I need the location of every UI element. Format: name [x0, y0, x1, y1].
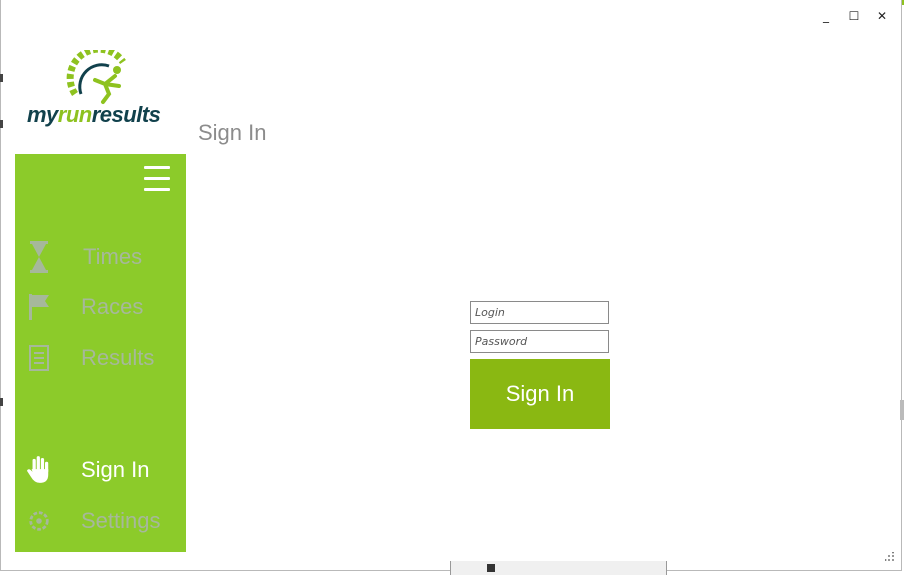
gear-icon	[27, 507, 51, 535]
sidebar-item-label: Races	[81, 294, 144, 319]
password-input[interactable]	[470, 330, 609, 353]
logo-wordmark: myrunresults	[27, 102, 161, 127]
login-input[interactable]	[470, 301, 609, 324]
window-controls: _ ☐ ✕	[817, 8, 891, 24]
sidebar-item-races[interactable]: Races	[15, 287, 186, 327]
background-window-strip	[450, 561, 667, 575]
background-window-icon	[487, 564, 495, 572]
hand-icon	[27, 456, 51, 484]
edge-mark	[0, 120, 3, 128]
sidebar-item-results[interactable]: Results	[15, 338, 186, 378]
runner-logo-icon	[66, 50, 126, 104]
sidebar-item-label: Settings	[81, 508, 161, 533]
sidebar-item-label: Times	[83, 244, 143, 269]
hamburger-menu-icon[interactable]	[144, 166, 170, 192]
sidebar-item-settings[interactable]: Settings	[15, 501, 186, 541]
sidebar-item-sign-in[interactable]: Sign In	[15, 450, 186, 490]
flag-icon	[27, 293, 51, 321]
close-button[interactable]: ✕	[873, 8, 891, 24]
page-title: Sign In	[198, 120, 267, 145]
document-icon	[27, 344, 51, 372]
sidebar-item-label: Sign In	[81, 457, 150, 482]
app-logo: myrunresults	[25, 50, 185, 130]
edge-mark	[0, 398, 3, 406]
sidebar: Times Races Results Sign In Settings	[15, 154, 186, 552]
resize-grip-icon[interactable]	[885, 552, 895, 562]
edge-mark	[0, 74, 3, 82]
sign-in-button[interactable]: Sign In	[470, 359, 610, 429]
minimize-button[interactable]: _	[817, 8, 835, 24]
sign-in-form: Sign In	[470, 301, 610, 429]
sidebar-item-label: Results	[81, 345, 155, 370]
sidebar-item-times[interactable]: Times	[15, 237, 186, 277]
app-window: _ ☐ ✕ myrunresults Sign In Times Races R…	[0, 0, 902, 571]
edge-mark	[900, 400, 904, 420]
maximize-button[interactable]: ☐	[845, 8, 863, 24]
hourglass-icon	[27, 241, 51, 273]
